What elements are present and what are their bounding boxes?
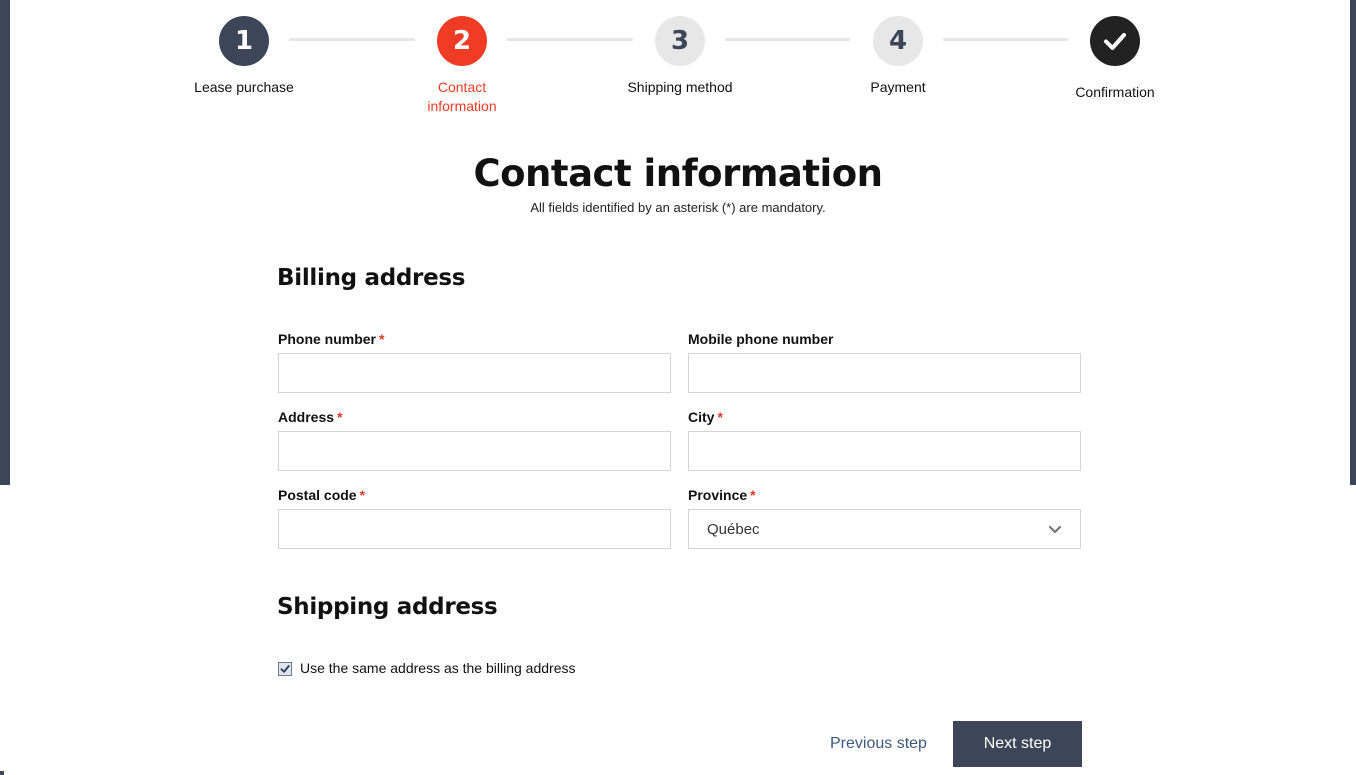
province-selected-value: Québec bbox=[707, 520, 760, 538]
next-step-button[interactable]: Next step bbox=[953, 721, 1082, 767]
progress-stepper: 1 Lease purchase 2 Contact information 3… bbox=[0, 0, 1356, 130]
postal-code-input[interactable] bbox=[278, 509, 671, 549]
step-label: Payment bbox=[870, 79, 926, 95]
label-text: Postal code bbox=[278, 487, 357, 503]
label-text: Address bbox=[278, 409, 335, 425]
required-marker: * bbox=[359, 487, 366, 503]
city-input[interactable] bbox=[688, 431, 1081, 471]
page-subtitle: All fields identified by an asterisk (*)… bbox=[530, 200, 826, 215]
step-number: 3 bbox=[655, 16, 705, 66]
same-address-checkbox[interactable] bbox=[278, 662, 292, 676]
city-label: City * bbox=[688, 409, 723, 425]
step-label-line: Contact bbox=[437, 79, 487, 95]
mobile-phone-input[interactable] bbox=[688, 353, 1081, 393]
billing-address-title: Billing address bbox=[277, 265, 466, 291]
required-marker: * bbox=[717, 409, 723, 425]
phone-number-label: Phone number * bbox=[278, 331, 384, 347]
shipping-address-title: Shipping address bbox=[277, 594, 498, 620]
phone-number-input[interactable] bbox=[278, 353, 671, 393]
label-text: City bbox=[688, 409, 715, 425]
step-payment: 4 Payment bbox=[808, 16, 988, 97]
mobile-phone-label: Mobile phone number bbox=[688, 331, 834, 347]
step-label: Contact information bbox=[372, 78, 552, 116]
step-label: Lease purchase bbox=[194, 79, 294, 95]
step-label: Shipping method bbox=[627, 79, 733, 95]
address-label: Address * bbox=[278, 409, 342, 425]
step-contact-information: 2 Contact information bbox=[372, 16, 552, 116]
address-input[interactable] bbox=[278, 431, 671, 471]
page-title: Contact information bbox=[473, 152, 883, 195]
step-number: 4 bbox=[873, 16, 923, 66]
same-address-label[interactable]: Use the same address as the billing addr… bbox=[300, 660, 575, 676]
step-confirmation: Confirmation bbox=[1025, 16, 1205, 102]
previous-step-link[interactable]: Previous step bbox=[830, 735, 927, 753]
label-text: Province bbox=[688, 487, 748, 503]
postal-code-label: Postal code * bbox=[278, 487, 365, 503]
step-number: 1 bbox=[219, 16, 269, 66]
checkmark-icon bbox=[1090, 16, 1140, 66]
step-lease-purchase[interactable]: 1 Lease purchase bbox=[154, 16, 334, 97]
step-label: Confirmation bbox=[1075, 84, 1155, 100]
required-marker: * bbox=[379, 331, 385, 347]
province-label: Province * bbox=[688, 487, 756, 503]
step-shipping-method: 3 Shipping method bbox=[590, 16, 770, 97]
required-marker: * bbox=[750, 487, 756, 503]
chevron-down-icon bbox=[1048, 525, 1062, 534]
checkmark-icon bbox=[280, 665, 290, 673]
page-edge-bottom-left bbox=[0, 771, 4, 775]
required-marker: * bbox=[337, 409, 343, 425]
step-label-line: information bbox=[427, 98, 497, 114]
province-select[interactable]: Québec bbox=[688, 509, 1081, 549]
step-number: 2 bbox=[437, 16, 487, 66]
label-text: Phone number bbox=[278, 331, 377, 347]
